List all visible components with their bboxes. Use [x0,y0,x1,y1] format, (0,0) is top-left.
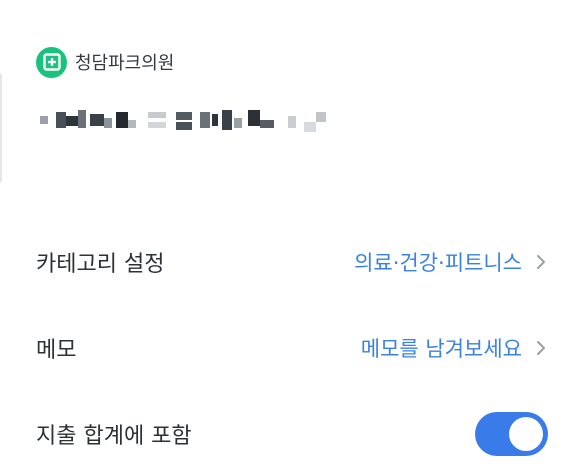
redacted-amount [40,110,326,132]
category-setting-value-group[interactable]: 의료·건강·피트니스 [354,247,548,277]
merchant-name: 청담파크의원 [75,53,175,74]
memo-value[interactable]: 메모를 남겨보세요 [361,333,522,363]
include-in-total-toggle[interactable] [475,412,548,456]
plus-square-icon [36,46,67,78]
memo-value-group[interactable]: 메모를 남겨보세요 [361,333,548,363]
transaction-detail-screen: 청담파크의원 카테고리 설정 의료·건강·피트니스 메모 메모를 남겨보세요 지… [0,0,580,476]
category-setting-label: 카테고리 설정 [36,252,165,277]
category-setting-row[interactable]: 카테고리 설정 의료·건강·피트니스 [36,240,548,284]
chevron-right-icon [537,255,545,269]
category-value[interactable]: 의료·건강·피트니스 [354,247,522,277]
memo-row[interactable]: 메모 메모를 남겨보세요 [36,326,548,370]
toggle-knob [509,417,543,451]
left-edge-divider [0,74,2,182]
include-in-total-label: 지출 합계에 포함 [36,424,192,449]
include-in-total-row: 지출 합계에 포함 [36,412,548,456]
merchant-header: 청담파크의원 [36,46,174,78]
memo-label: 메모 [36,338,77,363]
chevron-right-icon [537,341,545,355]
